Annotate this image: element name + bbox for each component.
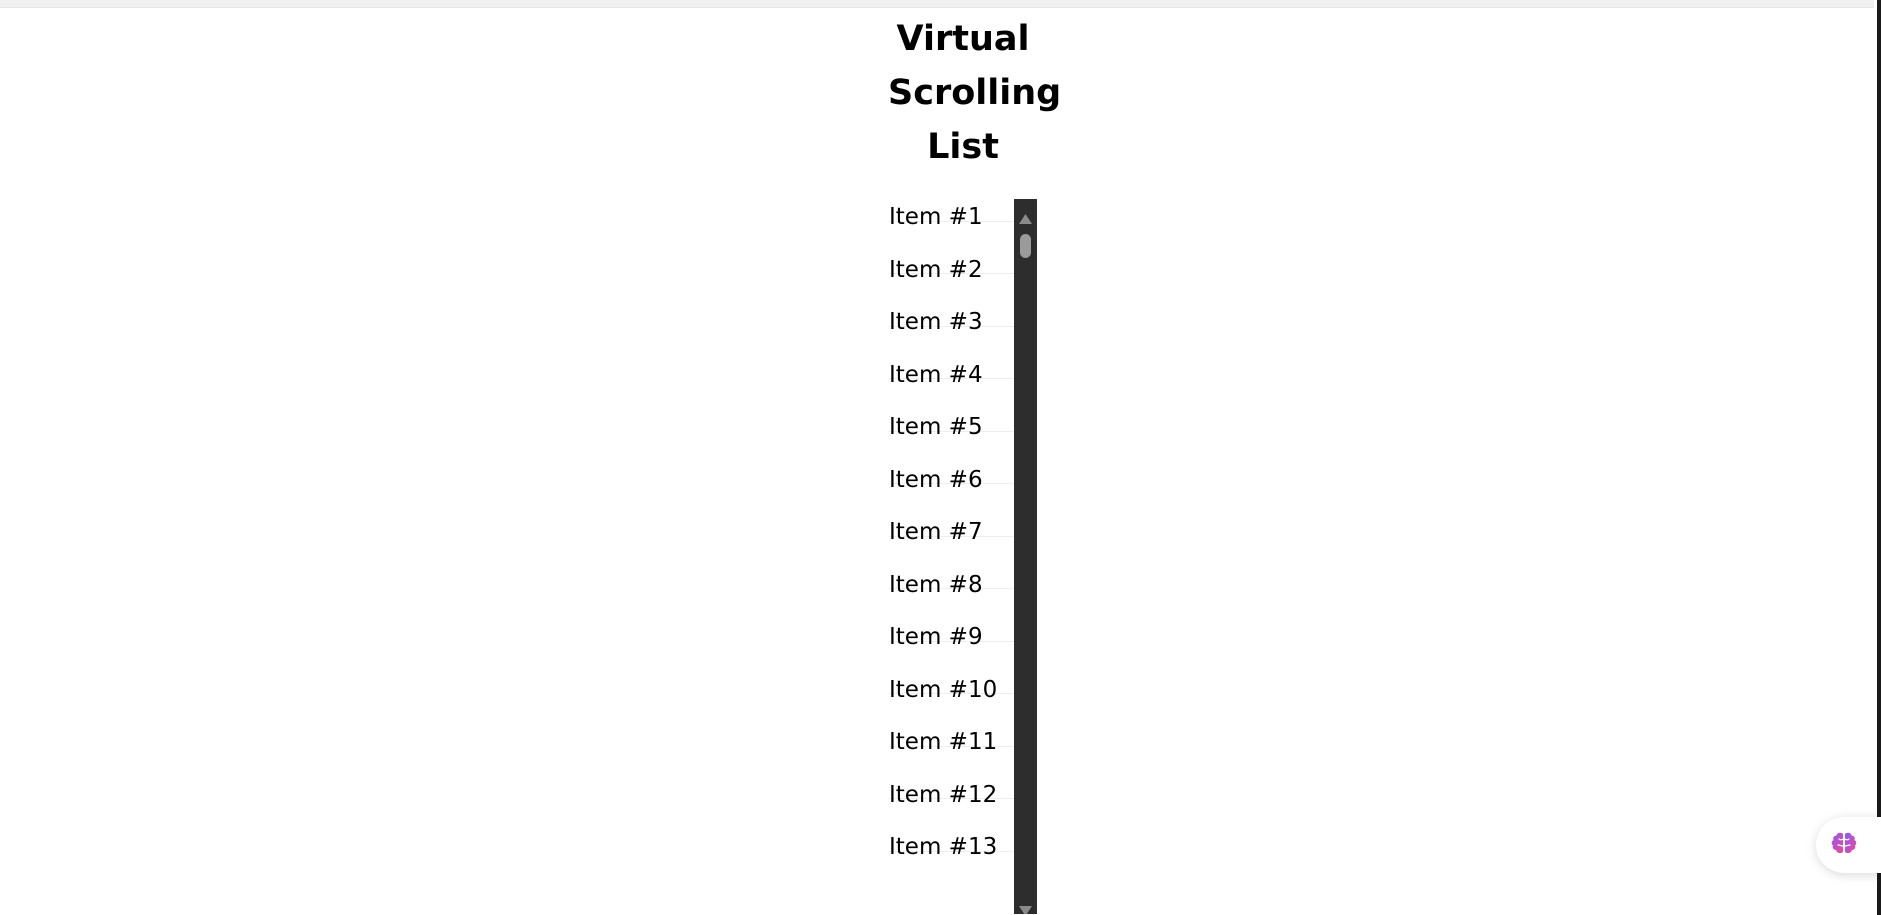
top-bar	[0, 0, 1874, 8]
list-item[interactable]: Item #12	[889, 747, 1014, 806]
list-item[interactable]: Item #3	[889, 274, 1014, 334]
list-item[interactable]: Item #6	[889, 432, 1014, 491]
list-item[interactable]: Item #8	[889, 537, 1014, 596]
list-items-container: Item #1 Item #2 Item #3 Item #4 Item #5 Item …	[889, 199, 1014, 914]
chevron-down-icon[interactable]	[1018, 902, 1033, 914]
chevron-up-icon[interactable]	[1018, 210, 1033, 224]
page-title: Virtual Scrolling List	[888, 19, 1062, 167]
list-item[interactable]: Item #13	[889, 799, 1014, 859]
virtual-list[interactable]: Item #1 Item #2 Item #3 Item #4 Item #5 Item …	[889, 199, 1037, 914]
list-item-label: Item #13	[889, 834, 998, 860]
page-scrollbar[interactable]	[1877, 0, 1881, 915]
list-item[interactable]: Item #1	[889, 199, 1014, 229]
scrollbar-thumb[interactable]	[1020, 234, 1031, 258]
list-item[interactable]: Item #4	[889, 327, 1014, 386]
list-item[interactable]: Item #7	[889, 484, 1014, 544]
list-item[interactable]: Item #2	[889, 222, 1014, 281]
list-item[interactable]: Item #5	[889, 379, 1014, 439]
list-item[interactable]: Item #10	[889, 642, 1014, 701]
list-scrollbar[interactable]	[1014, 199, 1037, 914]
assistant-button[interactable]	[1816, 817, 1881, 873]
list-item[interactable]: Item #9	[889, 589, 1014, 649]
list-item[interactable]: Item #11	[889, 694, 1014, 754]
